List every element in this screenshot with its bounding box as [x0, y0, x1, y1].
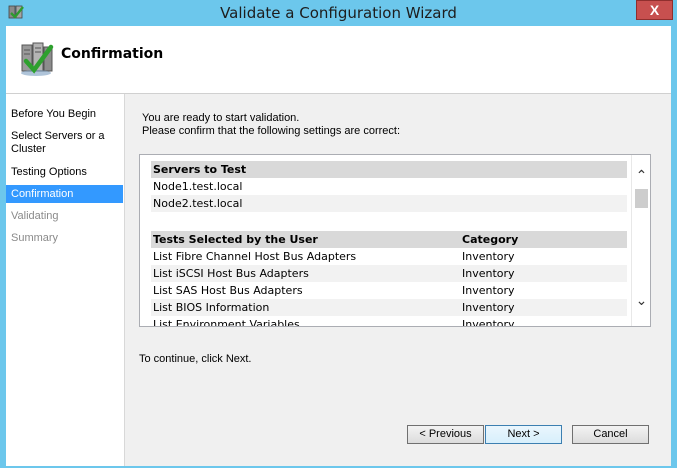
- nav-step-validating: Validating: [11, 210, 59, 222]
- nav-step-before-you-begin[interactable]: Before You Begin: [6, 108, 123, 121]
- cancel-button[interactable]: Cancel: [572, 425, 649, 444]
- intro-line-2: Please confirm that the following settin…: [142, 125, 401, 137]
- previous-button[interactable]: < Previous: [407, 425, 484, 444]
- tests-section-header: Tests Selected by the User Category: [151, 231, 627, 248]
- nav-step-testing-options[interactable]: Testing Options: [6, 166, 123, 179]
- settings-list: Servers to Test Node1.test.local Node2.t…: [151, 161, 627, 327]
- nav-step-summary: Summary: [11, 232, 59, 244]
- server-name: Node1.test.local: [153, 180, 243, 193]
- page-title: Confirmation: [61, 46, 164, 62]
- test-name: List Fibre Channel Host Bus Adapters: [153, 250, 357, 263]
- server-name: Node2.test.local: [153, 197, 243, 210]
- list-item: List Fibre Channel Host Bus Adapters Inv…: [151, 248, 627, 265]
- wizard-header: Confirmation: [6, 26, 671, 94]
- nav-step-confirmation[interactable]: Confirmation: [6, 185, 123, 203]
- nav-step-select-servers[interactable]: Select Servers or a Cluster: [6, 130, 123, 156]
- intro-text: You are ready to start validation. Pleas…: [142, 112, 400, 138]
- test-category: Inventory: [462, 267, 515, 280]
- wizard-window: Validate a Configuration Wizard X Confir…: [0, 0, 677, 468]
- list-item: Node1.test.local: [151, 178, 627, 195]
- intro-line-1: You are ready to start validation.: [142, 112, 300, 124]
- wizard-step-nav: Before You Begin Select Servers or a Clu…: [6, 94, 125, 466]
- test-category: Inventory: [462, 318, 515, 327]
- servers-checkmark-icon: [21, 42, 54, 76]
- test-category: Inventory: [462, 284, 515, 297]
- scroll-up-icon[interactable]: ⌃: [632, 167, 650, 187]
- vertical-scrollbar[interactable]: ⌃ ⌄: [631, 155, 650, 326]
- test-name: List SAS Host Bus Adapters: [153, 284, 303, 297]
- close-button[interactable]: X: [636, 0, 673, 20]
- test-category: Inventory: [462, 250, 515, 263]
- settings-listbox[interactable]: Servers to Test Node1.test.local Node2.t…: [139, 154, 651, 327]
- continue-hint: To continue, click Next.: [139, 353, 252, 365]
- scroll-thumb[interactable]: [635, 189, 648, 208]
- test-category: Inventory: [462, 301, 515, 314]
- list-item: List Environment Variables Inventory: [151, 316, 627, 327]
- main-panel: You are ready to start validation. Pleas…: [126, 94, 671, 466]
- category-header-label: Category: [462, 233, 519, 246]
- servers-section-header: Servers to Test: [151, 161, 627, 178]
- test-name: List Environment Variables: [153, 318, 300, 327]
- list-item: List SAS Host Bus Adapters Inventory: [151, 282, 627, 299]
- list-item: List iSCSI Host Bus Adapters Inventory: [151, 265, 627, 282]
- window-title: Validate a Configuration Wizard: [220, 4, 457, 22]
- test-name: List BIOS Information: [153, 301, 270, 314]
- test-name: List iSCSI Host Bus Adapters: [153, 267, 309, 280]
- title-bar[interactable]: Validate a Configuration Wizard X: [0, 0, 677, 26]
- servers-header-label: Servers to Test: [153, 163, 247, 176]
- list-item: Node2.test.local: [151, 195, 627, 212]
- scroll-down-icon[interactable]: ⌄: [632, 292, 650, 312]
- list-item: List BIOS Information Inventory: [151, 299, 627, 316]
- next-button[interactable]: Next >: [485, 425, 562, 444]
- wizard-client-area: Confirmation Before You Begin Select Ser…: [6, 26, 671, 466]
- tests-header-label: Tests Selected by the User: [153, 233, 318, 246]
